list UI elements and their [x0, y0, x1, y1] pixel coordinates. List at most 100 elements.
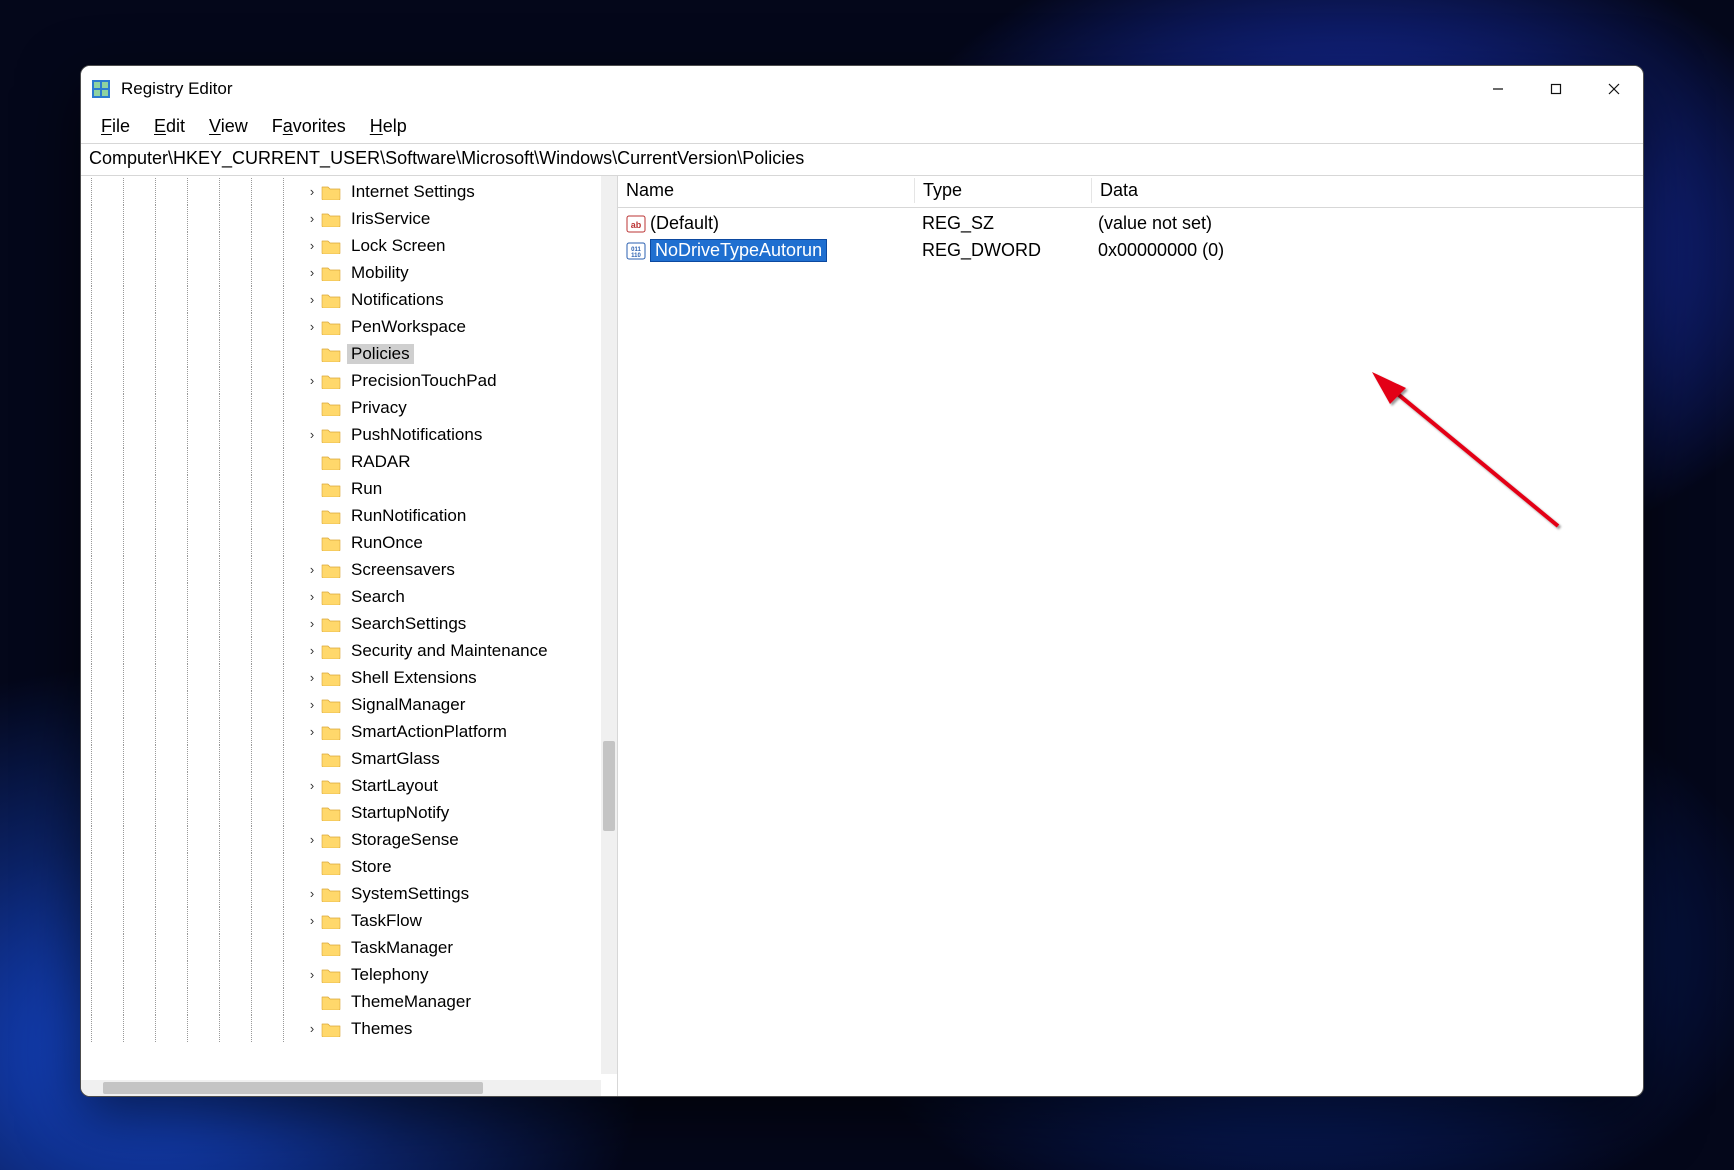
expander-icon[interactable]: ›: [305, 724, 319, 739]
address-bar[interactable]: Computer\HKEY_CURRENT_USER\Software\Micr…: [81, 144, 1643, 176]
tree-item-label: RunNotification: [347, 506, 470, 526]
folder-icon: [321, 319, 341, 335]
expander-icon[interactable]: ›: [305, 778, 319, 793]
tree-item[interactable]: RunNotification: [81, 502, 601, 529]
tree-item-label: ThemeManager: [347, 992, 475, 1012]
folder-icon: [321, 562, 341, 578]
expander-icon[interactable]: ›: [305, 967, 319, 982]
tree-item[interactable]: Privacy: [81, 394, 601, 421]
column-header-name[interactable]: Name: [618, 178, 915, 203]
tree-item[interactable]: ›Themes: [81, 1015, 601, 1042]
expander-icon[interactable]: ›: [305, 589, 319, 604]
annotation-arrow-icon: [1368, 366, 1598, 556]
minimize-button[interactable]: [1469, 66, 1527, 112]
value-row[interactable]: (Default)REG_SZ(value not set): [618, 210, 1643, 237]
folder-icon: [321, 616, 341, 632]
tree-item[interactable]: ›Notifications: [81, 286, 601, 313]
expander-icon[interactable]: ›: [305, 319, 319, 334]
tree-item[interactable]: › TaskFlow: [81, 907, 601, 934]
tree-item-label: Security and Maintenance: [347, 641, 552, 661]
expander-icon[interactable]: ›: [305, 697, 319, 712]
tree-item[interactable]: Policies: [81, 340, 601, 367]
scrollbar-thumb[interactable]: [103, 1082, 483, 1094]
tree-item[interactable]: Store: [81, 853, 601, 880]
tree-item[interactable]: RADAR: [81, 448, 601, 475]
tree-item[interactable]: ›Shell Extensions: [81, 664, 601, 691]
expander-icon[interactable]: ›: [305, 373, 319, 388]
tree-item-label: TaskFlow: [347, 911, 426, 931]
title-bar[interactable]: Registry Editor: [81, 66, 1643, 112]
folder-icon: [321, 238, 341, 254]
expander-icon[interactable]: ›: [305, 670, 319, 685]
tree-item[interactable]: SmartGlass: [81, 745, 601, 772]
tree-item[interactable]: ›PenWorkspace: [81, 313, 601, 340]
column-header-data[interactable]: Data: [1092, 178, 1643, 203]
folder-icon: [321, 373, 341, 389]
folder-icon: [321, 778, 341, 794]
menu-file[interactable]: File: [89, 112, 142, 143]
menu-help[interactable]: Help: [358, 112, 419, 143]
window-title: Registry Editor: [121, 79, 232, 99]
tree-item[interactable]: TaskManager: [81, 934, 601, 961]
tree-horizontal-scrollbar[interactable]: [81, 1080, 601, 1096]
expander-icon[interactable]: ›: [305, 265, 319, 280]
folder-icon: [321, 913, 341, 929]
tree-item[interactable]: ›SystemSettings: [81, 880, 601, 907]
expander-icon[interactable]: ›: [305, 184, 319, 199]
tree-item[interactable]: ›Internet Settings: [81, 178, 601, 205]
tree-item[interactable]: StartupNotify: [81, 799, 601, 826]
value-row[interactable]: NoDriveTypeAutorunREG_DWORD0x00000000 (0…: [618, 237, 1643, 264]
tree-item-label: Policies: [347, 344, 414, 364]
tree-item[interactable]: › PushNotifications: [81, 421, 601, 448]
tree-item[interactable]: › SignalManager: [81, 691, 601, 718]
folder-icon: [321, 643, 341, 659]
expander-icon[interactable]: ›: [305, 292, 319, 307]
expander-icon[interactable]: ›: [305, 886, 319, 901]
tree-item-label: SignalManager: [347, 695, 469, 715]
close-button[interactable]: [1585, 66, 1643, 112]
tree-item[interactable]: ›Lock Screen: [81, 232, 601, 259]
tree-vertical-scrollbar[interactable]: [601, 176, 617, 1074]
tree-item[interactable]: ›StartLayout: [81, 772, 601, 799]
column-header-type[interactable]: Type: [915, 178, 1092, 203]
tree-item[interactable]: ›SearchSettings: [81, 610, 601, 637]
tree-item[interactable]: RunOnce: [81, 529, 601, 556]
values-pane: Name Type Data (Default)REG_SZ(value not…: [618, 176, 1643, 1096]
expander-icon[interactable]: ›: [305, 238, 319, 253]
folder-icon: [321, 589, 341, 605]
tree-item[interactable]: ›Search: [81, 583, 601, 610]
expander-icon[interactable]: ›: [305, 913, 319, 928]
scrollbar-thumb[interactable]: [603, 741, 615, 831]
value-name-edit[interactable]: NoDriveTypeAutorun: [650, 239, 827, 262]
value-data: (value not set): [1090, 213, 1643, 234]
tree-item[interactable]: ›Telephony: [81, 961, 601, 988]
expander-icon[interactable]: ›: [305, 427, 319, 442]
folder-icon: [321, 265, 341, 281]
tree-item[interactable]: ›Screensavers: [81, 556, 601, 583]
expander-icon[interactable]: ›: [305, 211, 319, 226]
expander-icon[interactable]: ›: [305, 562, 319, 577]
menu-favorites[interactable]: Favorites: [260, 112, 358, 143]
tree-item[interactable]: ›PrecisionTouchPad: [81, 367, 601, 394]
tree-item[interactable]: ThemeManager: [81, 988, 601, 1015]
expander-icon[interactable]: ›: [305, 1021, 319, 1036]
tree-item-label: StorageSense: [347, 830, 463, 850]
tree-item-label: PushNotifications: [347, 425, 486, 445]
expander-icon[interactable]: ›: [305, 832, 319, 847]
tree-item[interactable]: Run: [81, 475, 601, 502]
tree-item[interactable]: › Security and Maintenance: [81, 637, 601, 664]
tree-item[interactable]: ›Mobility: [81, 259, 601, 286]
maximize-button[interactable]: [1527, 66, 1585, 112]
expander-icon[interactable]: ›: [305, 616, 319, 631]
tree-item[interactable]: ›IrisService: [81, 205, 601, 232]
folder-icon: [321, 481, 341, 497]
string-value-icon: [626, 215, 646, 233]
value-type: REG_SZ: [914, 213, 1090, 234]
folder-icon: [321, 535, 341, 551]
menu-view[interactable]: View: [197, 112, 260, 143]
tree-item[interactable]: › StorageSense: [81, 826, 601, 853]
expander-icon[interactable]: ›: [305, 643, 319, 658]
menu-edit[interactable]: Edit: [142, 112, 197, 143]
folder-icon: [321, 454, 341, 470]
tree-item[interactable]: ›SmartActionPlatform: [81, 718, 601, 745]
